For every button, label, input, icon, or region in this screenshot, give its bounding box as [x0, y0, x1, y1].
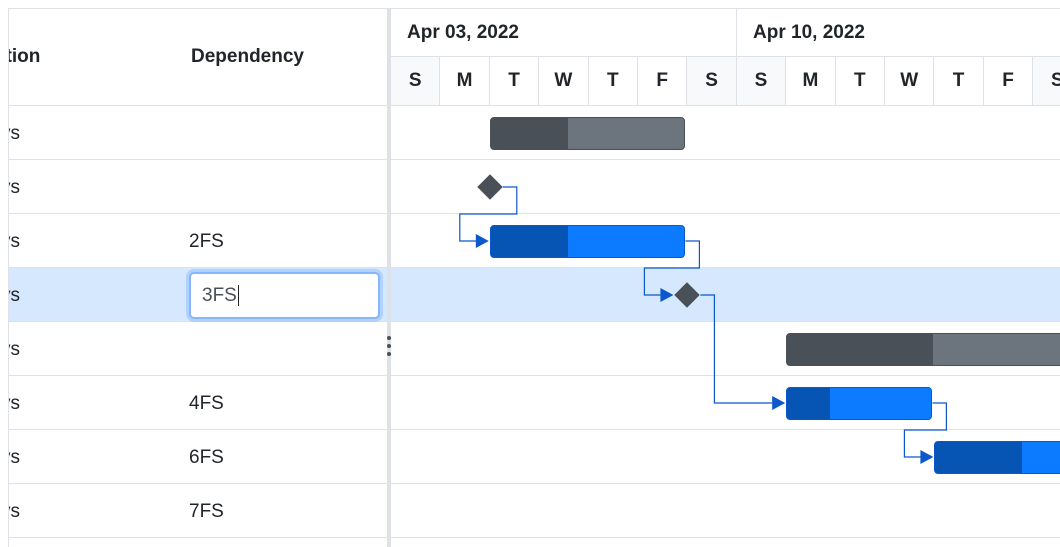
dependency-arrow-icon [920, 450, 934, 464]
task-grid: ation Dependency ys ys ys 2FS ys 3FS ys … [9, 9, 387, 547]
timeline: Apr 03, 2022 Apr 10, 2022 SMTWTFSSMTWTFS [391, 9, 1060, 547]
grid-row[interactable]: ys 7FS [9, 484, 387, 538]
duration-cell: ys [9, 285, 20, 306]
dependency-cell[interactable]: 4FS [189, 393, 224, 415]
grid-row[interactable]: ys [9, 160, 387, 214]
task-bar[interactable] [934, 440, 1060, 474]
duration-cell: ys [9, 501, 20, 522]
dependency-arrow-icon [772, 396, 786, 410]
dependency-line [700, 294, 775, 404]
duration-cell: ys [9, 447, 20, 468]
grid-row[interactable]: ys 6FS [9, 430, 387, 484]
duration-cell: ys [9, 231, 20, 252]
duration-cell: ys [9, 177, 20, 198]
task-progress-fill [787, 333, 934, 365]
duration-cell: ys [9, 123, 20, 144]
task-progress-fill [490, 225, 569, 257]
dependency-arrow-icon [660, 288, 674, 302]
column-header-dependency[interactable]: Dependency [191, 46, 304, 68]
text-caret [237, 285, 239, 307]
dependency-cell[interactable]: 7FS [189, 501, 224, 523]
duration-cell: ys [9, 393, 20, 414]
task-bar[interactable] [489, 224, 686, 258]
column-header-duration[interactable]: ation [9, 46, 40, 68]
summary-task-bar[interactable] [786, 332, 1060, 366]
grid-row[interactable]: ys 4FS [9, 376, 387, 430]
task-bar[interactable] [786, 386, 933, 420]
grid-row[interactable]: ys [9, 106, 387, 160]
task-progress-fill [787, 387, 831, 419]
task-progress-fill [935, 441, 1022, 473]
grid-row-selected[interactable]: ys 3FS [9, 268, 387, 322]
duration-cell: ys [9, 339, 20, 360]
gantt-chart: ation Dependency ys ys ys 2FS ys 3FS ys … [8, 8, 1060, 547]
summary-task-bar[interactable] [489, 116, 686, 150]
task-progress-fill [490, 117, 569, 149]
grid-row[interactable]: ys [9, 322, 387, 376]
dependency-edit-value: 3FS [202, 285, 237, 306]
dependency-cell[interactable]: 6FS [189, 447, 224, 469]
dependency-edit-input[interactable]: 3FS [189, 272, 380, 319]
dependency-cell[interactable]: 2FS [189, 231, 224, 253]
grid-header: ation Dependency [9, 9, 387, 106]
dependency-arrow-icon [475, 234, 489, 248]
grid-row[interactable]: ys 2FS [9, 214, 387, 268]
